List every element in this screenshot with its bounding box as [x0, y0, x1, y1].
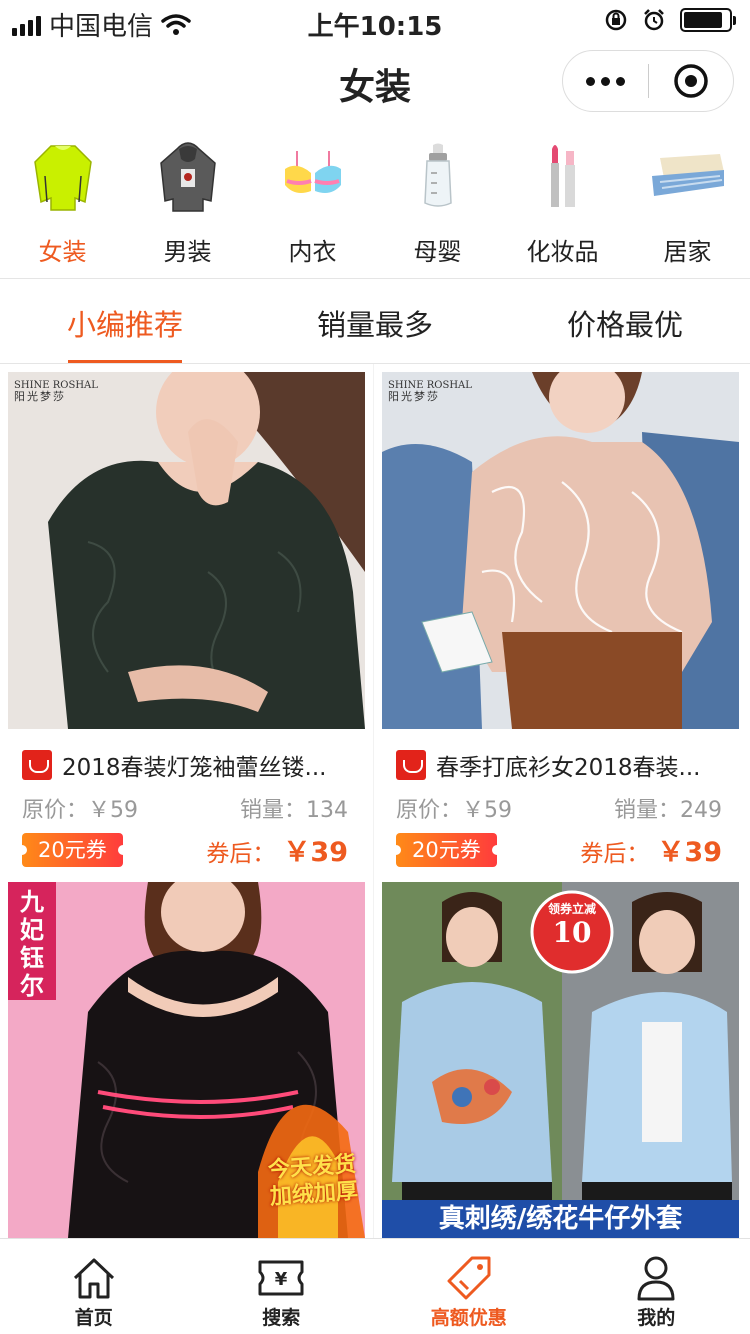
- status-right: [604, 8, 736, 32]
- hoodie-icon: [159, 142, 216, 212]
- product-card[interactable]: SHINE ROSHAL 阳光梦莎 2018春装灯笼袖蕾丝镂... 原价：￥59…: [0, 364, 373, 874]
- category-item-cosmetics[interactable]: 化妆品: [500, 130, 625, 278]
- category-item-baby[interactable]: 母婴: [375, 130, 500, 278]
- nav-bar: 女装: [0, 44, 750, 122]
- coupon-badge[interactable]: 20元券: [17, 832, 128, 867]
- product-card[interactable]: 领券立减 10 真刺绣/绣花牛仔外套: [374, 874, 750, 1238]
- product-image[interactable]: 九妃钰尔 今天发货 加绒加厚: [8, 882, 365, 1238]
- mini-program-capsule: [562, 50, 734, 112]
- tab-best-price[interactable]: 价格最优: [500, 280, 750, 364]
- product-image[interactable]: SHINE ROSHAL 阳光梦莎: [8, 372, 365, 729]
- category-label: 男装: [163, 238, 212, 266]
- category-divider: [0, 278, 750, 279]
- tabbar-label: 搜索: [262, 1307, 301, 1329]
- product-title: 春季打底衫女2018春装...: [436, 755, 701, 781]
- coupon-badge[interactable]: 20元券: [391, 832, 502, 867]
- tabbar-label: 高额优惠: [430, 1307, 507, 1329]
- home-icon: [73, 1258, 114, 1299]
- price-tag-icon: [447, 1256, 491, 1300]
- product-image[interactable]: SHINE ROSHAL 阳光梦莎: [382, 372, 739, 729]
- original-price: 原价：￥59: [22, 798, 139, 823]
- tabbar-search[interactable]: ¥ 搜索: [188, 1239, 376, 1334]
- category-row: 女装 男装 内衣 母婴 化妆品 居家: [0, 130, 750, 278]
- baby-bottle-icon: [423, 143, 452, 207]
- sales-count: 销量：249: [613, 798, 722, 823]
- tmall-icon: [22, 750, 52, 780]
- product-grid: SHINE ROSHAL 阳光梦莎 2018春装灯笼袖蕾丝镂... 原价：￥59…: [0, 364, 750, 1238]
- tabbar-me[interactable]: 我的: [563, 1239, 750, 1334]
- ticket-icon: ¥: [258, 1260, 304, 1296]
- sales-count: 销量：134: [239, 798, 348, 823]
- tabbar-label: 我的: [637, 1307, 676, 1329]
- brand-vertical-text: 九妃钰尔: [20, 888, 44, 1000]
- tabbar-label: 首页: [74, 1307, 113, 1329]
- close-mini-program-button[interactable]: [649, 63, 734, 99]
- product-title: 2018春装灯笼袖蕾丝镂...: [62, 755, 327, 781]
- bottom-tab-bar: 首页 ¥ 搜索 高额优惠 我的: [0, 1238, 750, 1334]
- product-image[interactable]: 领券立减 10 真刺绣/绣花牛仔外套: [382, 882, 739, 1238]
- product-card[interactable]: 九妃钰尔 今天发货 加绒加厚: [0, 874, 373, 1238]
- more-options-button[interactable]: [563, 76, 648, 86]
- orientation-lock-icon: [605, 9, 627, 31]
- category-item-men[interactable]: 男装: [125, 130, 250, 278]
- original-price: 原价：￥59: [396, 798, 513, 823]
- svg-text:¥: ¥: [275, 1269, 288, 1290]
- promo-sticker: 今天发货 加绒加厚: [267, 1151, 359, 1211]
- category-item-home[interactable]: 居家: [625, 130, 750, 278]
- category-item-women[interactable]: 女装: [0, 130, 125, 278]
- tmall-icon: [396, 750, 426, 780]
- brand-logo: SHINE ROSHAL 阳光梦莎: [14, 380, 98, 403]
- category-label: 女装: [38, 238, 87, 266]
- bra-icon: [284, 151, 341, 193]
- brand-logo: SHINE ROSHAL 阳光梦莎: [388, 380, 472, 403]
- category-label: 内衣: [288, 238, 337, 266]
- status-bar: 中国电信 上午10:15: [0, 0, 750, 44]
- tab-editor-picks[interactable]: 小编推荐: [0, 280, 250, 364]
- product-card[interactable]: SHINE ROSHAL 阳光梦莎 春季打底衫女2018春装... 原价：￥59…: [374, 364, 750, 874]
- category-label: 化妆品: [526, 238, 599, 266]
- user-icon: [637, 1256, 675, 1301]
- category-label: 居家: [663, 238, 712, 266]
- sort-tabs: 小编推荐 销量最多 价格最优: [0, 280, 750, 364]
- promo-banner: 真刺绣/绣花牛仔外套: [438, 1204, 683, 1234]
- after-coupon-price: 券后： ￥39: [206, 837, 348, 868]
- lipstick-icon: [550, 145, 575, 207]
- discount-badge: 领券立减 10: [547, 902, 596, 949]
- tab-top-sales[interactable]: 销量最多: [250, 280, 500, 364]
- bed-icon: [651, 154, 724, 196]
- category-label: 母婴: [413, 238, 462, 266]
- target-icon: [674, 64, 708, 98]
- sweater-icon: [33, 145, 92, 211]
- category-item-underwear[interactable]: 内衣: [250, 130, 375, 278]
- tabbar-home[interactable]: 首页: [0, 1239, 188, 1334]
- battery-icon: [680, 8, 736, 32]
- alarm-icon: [644, 9, 664, 31]
- after-coupon-price: 券后： ￥39: [580, 837, 722, 868]
- tabbar-deals[interactable]: 高额优惠: [375, 1239, 563, 1334]
